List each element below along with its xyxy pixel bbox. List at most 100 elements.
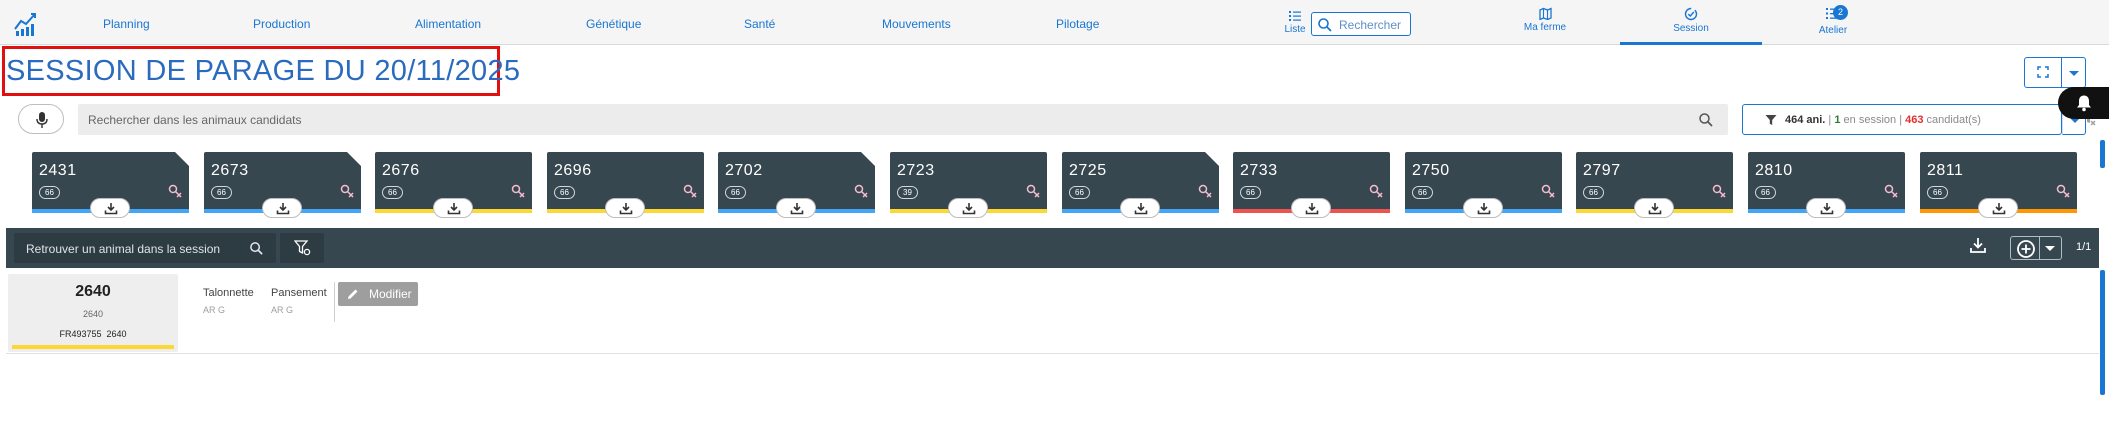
add-to-session-button[interactable] xyxy=(2010,236,2040,260)
filter-summary: 464 ani. | 1 en session | 463 candidat(s… xyxy=(1785,114,1981,126)
nav-alimentation[interactable]: Alimentation xyxy=(415,17,481,31)
candidate-number: 2810 xyxy=(1755,162,1793,179)
candidate-card[interactable]: 2673 66 xyxy=(204,152,361,218)
nav-production[interactable]: Production xyxy=(253,17,310,31)
nav-sante[interactable]: Santé xyxy=(744,17,775,31)
notifications-button[interactable] xyxy=(2058,87,2109,119)
candidate-card[interactable]: 2696 66 xyxy=(547,152,704,218)
session-search-placeholder: Retrouver un animal dans la session xyxy=(26,242,221,256)
add-candidate-button[interactable] xyxy=(605,198,645,218)
add-candidate-button[interactable] xyxy=(948,198,988,218)
session-animal-card[interactable]: 2640 2640 FR493755 2640 xyxy=(8,274,178,352)
candidate-number: 2676 xyxy=(382,162,420,179)
chevron-down-icon xyxy=(2069,71,2079,76)
tab-session-label: Session xyxy=(1673,23,1709,34)
candidate-number: 2733 xyxy=(1240,162,1278,179)
add-candidate-button[interactable] xyxy=(1120,198,1160,218)
candidate-number: 2725 xyxy=(1069,162,1107,179)
add-candidate-button[interactable] xyxy=(1463,198,1503,218)
candidate-number: 2723 xyxy=(897,162,935,179)
global-search-placeholder: Rechercher xyxy=(1339,18,1402,32)
candidate-card[interactable]: 2733 66 xyxy=(1233,152,1390,218)
candidate-filter-button[interactable]: 464 ani. | 1 en session | 463 candidat(s… xyxy=(1742,104,2062,135)
add-candidate-button[interactable] xyxy=(1291,198,1331,218)
tab-session[interactable]: Session xyxy=(1666,7,1716,34)
cards-scrollbar[interactable] xyxy=(2100,140,2105,168)
candidate-lactation-badge: 66 xyxy=(39,186,60,199)
candidate-lactation-badge: 66 xyxy=(382,186,403,199)
candidate-search-placeholder: Rechercher dans les animaux candidats xyxy=(88,113,302,127)
female-x-icon xyxy=(1026,184,1040,198)
pencil-icon xyxy=(348,289,358,299)
add-dropdown-button[interactable] xyxy=(2040,236,2062,260)
tab-ma-ferme-label: Ma ferme xyxy=(1523,22,1567,33)
add-candidate-button[interactable] xyxy=(262,198,302,218)
candidate-card[interactable]: 2750 66 xyxy=(1405,152,1562,218)
candidate-search-input[interactable]: Rechercher dans les animaux candidats xyxy=(78,104,1728,135)
candidate-card[interactable]: 2810 66 xyxy=(1748,152,1905,218)
candidates-count: 463 xyxy=(1905,114,1924,126)
fullscreen-icon xyxy=(2037,66,2049,78)
global-search-input[interactable]: Rechercher xyxy=(1311,12,1411,36)
female-x-icon xyxy=(1712,184,1726,198)
nav-mouvements[interactable]: Mouvements xyxy=(882,17,951,31)
search-icon xyxy=(1318,18,1332,32)
female-x-icon xyxy=(683,184,697,198)
candidate-card[interactable]: 2811 66 xyxy=(1920,152,2077,218)
candidate-lactation-badge: 66 xyxy=(1583,186,1604,199)
download-icon[interactable] xyxy=(1969,236,1987,254)
add-candidate-button[interactable] xyxy=(1634,198,1674,218)
add-candidate-button[interactable] xyxy=(433,198,473,218)
nav-pilotage[interactable]: Pilotage xyxy=(1056,17,1099,31)
candidate-number: 2431 xyxy=(39,162,77,179)
download-icon xyxy=(1477,203,1491,215)
female-x-icon xyxy=(340,184,354,198)
add-candidate-button[interactable] xyxy=(776,198,816,218)
list-icon xyxy=(1289,11,1301,21)
fullscreen-dropdown-button[interactable] xyxy=(2062,57,2086,88)
liste-button[interactable]: Liste xyxy=(1280,10,1310,35)
chevron-down-icon xyxy=(2045,246,2055,251)
candidate-number: 2797 xyxy=(1583,162,1621,179)
in-session-count: 1 xyxy=(1834,114,1841,126)
candidate-number: 2750 xyxy=(1412,162,1450,179)
nav-genetique[interactable]: Génétique xyxy=(586,17,641,31)
animal-status-bar xyxy=(12,345,174,349)
candidate-lactation-badge: 66 xyxy=(1412,186,1433,199)
page-title: SESSION DE PARAGE DU 20/11/2025 xyxy=(6,55,521,87)
session-filter-button[interactable] xyxy=(280,233,324,263)
candidate-card[interactable]: 2797 66 xyxy=(1576,152,1733,218)
session-search-input[interactable]: Retrouver un animal dans la session xyxy=(14,233,276,263)
candidate-lactation-badge: 66 xyxy=(1240,186,1261,199)
female-x-icon xyxy=(1369,184,1383,198)
liste-label: Liste xyxy=(1284,24,1306,35)
app-logo-icon[interactable] xyxy=(12,9,40,37)
top-navigation-bar: Planning Production Alimentation Génétiq… xyxy=(0,0,2109,45)
session-check-icon xyxy=(1684,7,1698,21)
session-scrollbar[interactable] xyxy=(2100,270,2105,395)
modify-button[interactable]: Modifier xyxy=(338,282,418,306)
modify-button-label: Modifier xyxy=(369,287,412,301)
candidate-number: 2811 xyxy=(1927,162,1964,179)
voice-search-button[interactable] xyxy=(18,104,64,134)
filter-settings-icon xyxy=(294,240,311,256)
plus-circle-icon xyxy=(2017,240,2035,258)
candidate-card[interactable]: 2725 66 xyxy=(1062,152,1219,218)
fullscreen-button[interactable] xyxy=(2024,57,2062,88)
add-candidate-button[interactable] xyxy=(90,198,130,218)
candidate-number: 2696 xyxy=(554,162,592,179)
candidate-card[interactable]: 2702 66 xyxy=(718,152,875,218)
nav-planning[interactable]: Planning xyxy=(103,17,150,31)
tab-ma-ferme[interactable]: Ma ferme xyxy=(1520,7,1570,33)
candidate-card[interactable]: 2723 39 xyxy=(890,152,1047,218)
tab-atelier[interactable]: 2 Atelier xyxy=(1808,5,1858,36)
download-icon xyxy=(962,203,976,215)
candidate-card[interactable]: 2431 66 xyxy=(32,152,189,218)
female-x-icon xyxy=(511,184,525,198)
field-pansement-value: AR G xyxy=(271,305,294,315)
add-candidate-button[interactable] xyxy=(1978,198,2018,218)
candidate-card[interactable]: 2676 66 xyxy=(375,152,532,218)
tooltip-pointer xyxy=(1979,222,1991,228)
add-candidate-button[interactable] xyxy=(1806,198,1846,218)
card-corner-fold xyxy=(347,152,361,166)
